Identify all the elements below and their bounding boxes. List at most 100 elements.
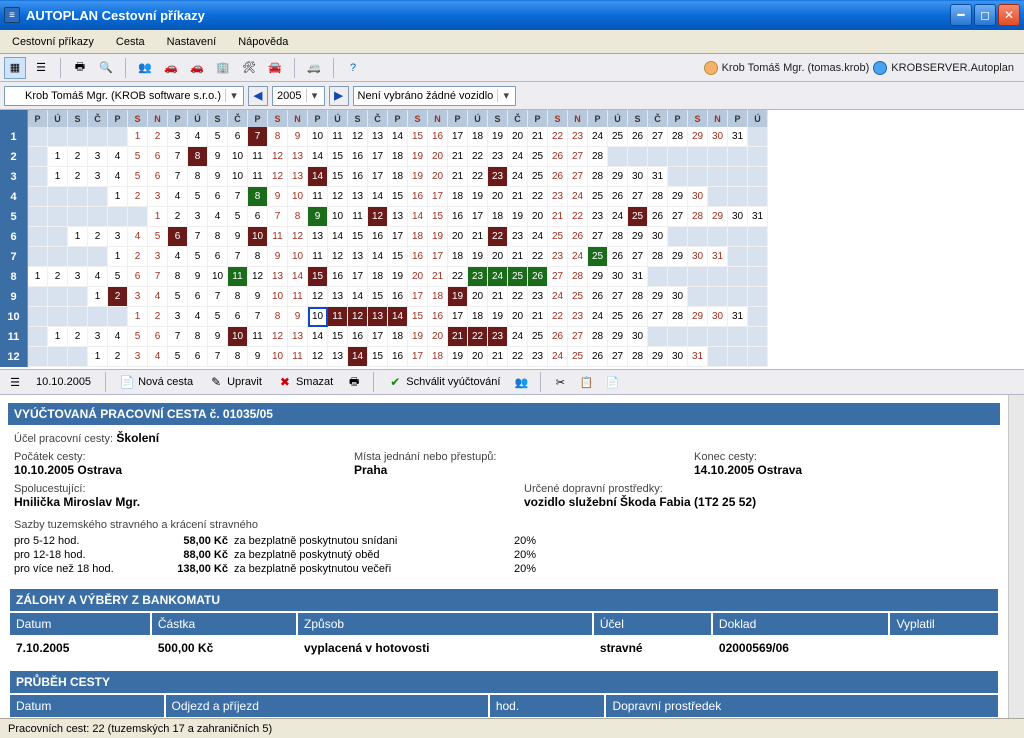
day-cell[interactable]: 5 — [168, 347, 188, 367]
day-cell[interactable]: 6 — [228, 307, 248, 327]
day-cell[interactable]: 18 — [468, 307, 488, 327]
day-cell[interactable]: 16 — [348, 147, 368, 167]
day-cell[interactable]: 9 — [188, 267, 208, 287]
day-cell[interactable]: 22 — [508, 347, 528, 367]
day-cell[interactable]: 23 — [488, 147, 508, 167]
day-cell[interactable]: 7 — [168, 147, 188, 167]
day-cell[interactable]: 18 — [368, 267, 388, 287]
day-cell[interactable]: 3 — [88, 147, 108, 167]
day-cell[interactable]: 24 — [528, 227, 548, 247]
day-cell[interactable]: 27 — [568, 167, 588, 187]
vehicle-combo[interactable]: Není vybráno žádné vozidlo ▾ — [353, 86, 517, 106]
day-cell[interactable]: 26 — [648, 207, 668, 227]
day-cell[interactable]: 1 — [48, 147, 68, 167]
day-cell[interactable]: 13 — [388, 207, 408, 227]
day-cell[interactable]: 5 — [128, 167, 148, 187]
day-cell[interactable]: 11 — [328, 307, 348, 327]
day-cell[interactable]: 10 — [228, 327, 248, 347]
chevron-down-icon[interactable]: ▾ — [225, 89, 239, 102]
day-cell[interactable]: 4 — [108, 147, 128, 167]
day-cell[interactable]: 23 — [528, 347, 548, 367]
day-cell[interactable]: 26 — [548, 167, 568, 187]
day-cell[interactable]: 5 — [128, 327, 148, 347]
year-combo[interactable]: 2005 ▾ — [272, 86, 324, 106]
day-cell[interactable]: 16 — [408, 187, 428, 207]
day-cell[interactable]: 17 — [448, 127, 468, 147]
day-cell[interactable]: 21 — [448, 147, 468, 167]
year-prev-button[interactable]: ◀ — [248, 86, 268, 106]
day-cell[interactable]: 31 — [648, 167, 668, 187]
people-icon[interactable]: 👥 — [134, 57, 156, 79]
day-cell[interactable]: 23 — [568, 127, 588, 147]
approve-button[interactable]: ✔Schválit vyúčtování — [382, 373, 506, 391]
maximize-button[interactable]: ◻ — [974, 4, 996, 26]
day-cell[interactable]: 21 — [428, 267, 448, 287]
day-cell[interactable]: 11 — [248, 147, 268, 167]
cut-icon[interactable]: ✂ — [549, 371, 571, 393]
day-cell[interactable]: 20 — [528, 207, 548, 227]
day-cell[interactable]: 13 — [368, 307, 388, 327]
day-cell[interactable]: 29 — [628, 227, 648, 247]
day-cell[interactable]: 21 — [508, 187, 528, 207]
day-cell[interactable]: 27 — [608, 287, 628, 307]
day-cell[interactable]: 17 — [408, 287, 428, 307]
day-cell[interactable]: 11 — [288, 347, 308, 367]
day-cell[interactable]: 3 — [148, 187, 168, 207]
day-cell[interactable]: 3 — [68, 267, 88, 287]
day-cell[interactable]: 28 — [628, 287, 648, 307]
day-cell[interactable]: 31 — [728, 307, 748, 327]
day-cell[interactable]: 1 — [128, 127, 148, 147]
day-cell[interactable]: 7 — [208, 347, 228, 367]
day-cell[interactable]: 18 — [468, 127, 488, 147]
day-cell[interactable]: 31 — [728, 127, 748, 147]
day-cell[interactable]: 19 — [468, 187, 488, 207]
close-button[interactable]: ✕ — [998, 4, 1020, 26]
day-cell[interactable]: 15 — [328, 327, 348, 347]
day-cell[interactable]: 9 — [268, 187, 288, 207]
day-cell[interactable]: 20 — [448, 227, 468, 247]
building-icon[interactable]: 🏢 — [212, 57, 234, 79]
day-cell[interactable]: 16 — [428, 127, 448, 147]
car-blue-icon[interactable]: 🚗 — [186, 57, 208, 79]
day-cell[interactable]: 29 — [588, 267, 608, 287]
day-cell[interactable]: 23 — [508, 227, 528, 247]
day-cell[interactable]: 9 — [208, 167, 228, 187]
day-cell[interactable]: 25 — [608, 307, 628, 327]
day-cell[interactable]: 13 — [308, 227, 328, 247]
day-cell[interactable]: 2 — [88, 227, 108, 247]
day-cell[interactable]: 22 — [548, 307, 568, 327]
day-cell[interactable]: 27 — [648, 127, 668, 147]
day-cell[interactable]: 25 — [508, 267, 528, 287]
day-cell[interactable]: 6 — [248, 207, 268, 227]
day-cell[interactable]: 9 — [268, 247, 288, 267]
day-cell[interactable]: 5 — [208, 127, 228, 147]
edit-trip-button[interactable]: ✎Upravit — [203, 373, 268, 391]
day-cell[interactable]: 9 — [208, 327, 228, 347]
day-cell[interactable]: 24 — [508, 147, 528, 167]
day-cell[interactable]: 5 — [168, 287, 188, 307]
day-cell[interactable]: 8 — [228, 287, 248, 307]
day-cell[interactable]: 6 — [148, 147, 168, 167]
day-cell[interactable]: 15 — [308, 267, 328, 287]
day-cell[interactable]: 4 — [168, 247, 188, 267]
day-cell[interactable]: 20 — [428, 327, 448, 347]
day-cell[interactable]: 19 — [408, 167, 428, 187]
day-cell[interactable]: 27 — [608, 347, 628, 367]
day-cell[interactable]: 1 — [48, 327, 68, 347]
day-cell[interactable]: 30 — [668, 287, 688, 307]
day-cell[interactable]: 18 — [428, 347, 448, 367]
day-cell[interactable]: 7 — [248, 307, 268, 327]
day-cell[interactable]: 24 — [588, 127, 608, 147]
day-cell[interactable]: 26 — [608, 187, 628, 207]
day-cell[interactable]: 16 — [428, 307, 448, 327]
person-combo[interactable]: Krob Tomáš Mgr. (KROB software s.r.o.) ▾ — [4, 86, 244, 106]
day-cell[interactable]: 22 — [528, 187, 548, 207]
people-icon[interactable]: 👥 — [510, 371, 532, 393]
day-cell[interactable]: 11 — [228, 267, 248, 287]
day-cell[interactable]: 6 — [188, 287, 208, 307]
day-cell[interactable]: 11 — [308, 187, 328, 207]
day-cell[interactable]: 18 — [408, 227, 428, 247]
chevron-down-icon[interactable]: ▾ — [306, 89, 320, 102]
day-cell[interactable]: 14 — [368, 187, 388, 207]
day-cell[interactable]: 13 — [288, 147, 308, 167]
